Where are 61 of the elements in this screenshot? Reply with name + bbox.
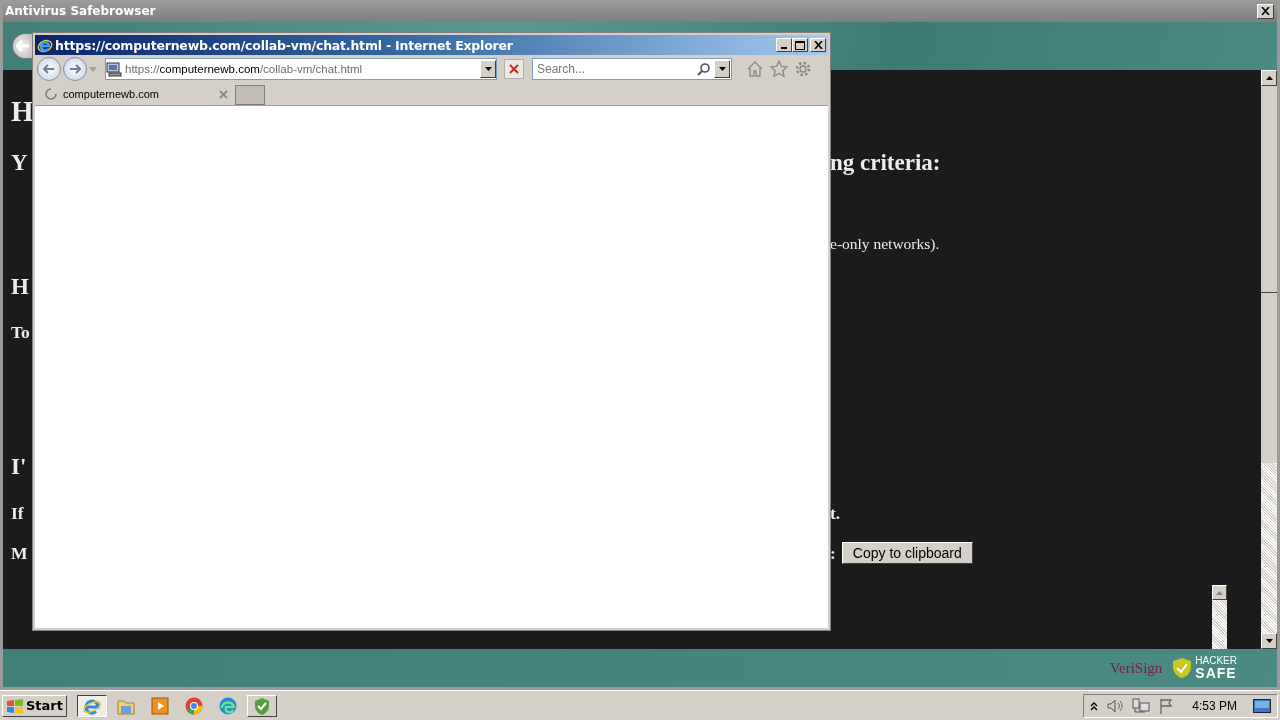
hacker-label: HACKER	[1195, 656, 1237, 666]
star-icon[interactable]	[770, 60, 788, 78]
minimize-button[interactable]	[776, 38, 792, 52]
close-icon[interactable]	[219, 89, 228, 99]
shield-icon	[1172, 657, 1193, 679]
maximize-icon	[795, 40, 805, 50]
home-icon[interactable]	[746, 60, 764, 78]
scrollbar[interactable]	[1212, 585, 1227, 649]
section-heading: H	[11, 274, 30, 300]
back-button[interactable]	[37, 57, 61, 81]
dropdown-button[interactable]	[480, 60, 496, 78]
settings-icon[interactable]	[794, 60, 812, 78]
shield-icon	[252, 695, 272, 716]
bold-text: :	[830, 542, 836, 564]
arrow-right-icon	[69, 64, 81, 74]
media-player-icon	[150, 695, 170, 716]
edge-icon	[218, 695, 238, 716]
copy-button[interactable]: Copy to clipboard	[841, 542, 973, 564]
forward-button[interactable]	[63, 57, 87, 81]
caret-up-icon[interactable]	[1265, 76, 1273, 80]
caret-down-icon[interactable]	[1265, 639, 1273, 643]
paragraph-text: e-only networks).	[830, 235, 940, 253]
search-icon[interactable]	[697, 62, 711, 76]
scrollbar[interactable]	[1261, 70, 1277, 649]
address-field[interactable]: https://computernewb.com/collab-vm/chat.html	[105, 58, 497, 80]
computer-icon	[106, 61, 122, 77]
maximize-button[interactable]	[792, 38, 808, 52]
verisign-logo: VeriSign	[1109, 659, 1163, 677]
clock[interactable]: 4:53 PM	[1192, 698, 1237, 713]
close-button[interactable]	[1257, 3, 1274, 19]
dropdown-button[interactable]	[714, 60, 730, 78]
caret-up-icon[interactable]	[1090, 700, 1099, 711]
taskbar-button[interactable]	[77, 694, 107, 717]
bold-text: t.	[830, 502, 841, 524]
close-icon	[509, 64, 519, 74]
network-icon[interactable]	[1132, 697, 1151, 714]
section-heading: Y	[11, 150, 29, 176]
window-title: https://computernewb.com/collab-vm/chat.html - Internet Explorer	[55, 37, 514, 53]
bold-text: M	[11, 542, 29, 564]
flag-icon[interactable]	[1158, 697, 1175, 714]
section-heading: ng criteria:	[830, 150, 941, 176]
show-desktop-icon[interactable]	[1253, 698, 1271, 713]
chrome-icon	[184, 695, 204, 716]
start-button[interactable]: Start	[2, 694, 67, 717]
close-icon	[813, 41, 823, 49]
ie-logo-icon	[37, 37, 53, 53]
section-heading: I'	[11, 454, 28, 480]
search-field[interactable]: Search...	[532, 58, 732, 80]
bold-text: To	[11, 321, 31, 343]
loading-icon	[45, 88, 57, 100]
bold-text: If	[11, 502, 25, 524]
stop-button[interactable]	[504, 59, 524, 79]
back-button[interactable]	[12, 33, 32, 59]
window-title: Antivirus Safebrowser	[5, 4, 156, 18]
arrow-left-icon	[15, 40, 30, 52]
safe-label: SAFE	[1195, 666, 1237, 680]
close-button[interactable]	[810, 38, 826, 52]
close-icon	[1261, 7, 1270, 15]
speaker-icon[interactable]	[1106, 697, 1125, 714]
windows-flag-icon	[6, 697, 24, 714]
arrow-left-icon	[43, 64, 55, 74]
